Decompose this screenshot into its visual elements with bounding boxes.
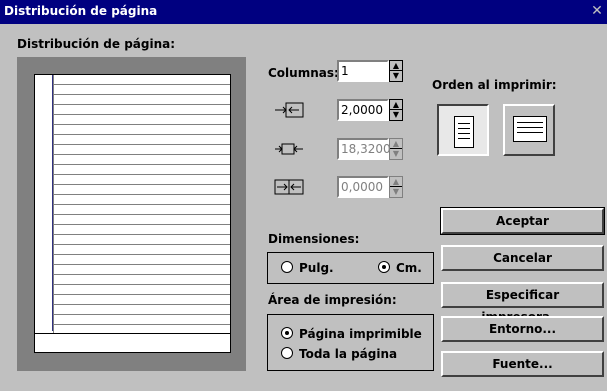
order-down-button[interactable]: [437, 104, 489, 156]
environment-button[interactable]: Entorno...: [441, 316, 604, 342]
radio-cm-label: Cm.: [396, 261, 422, 275]
margin-input[interactable]: 2,0000: [337, 99, 389, 121]
page-icon: [513, 116, 547, 142]
radio-on-icon: [281, 327, 293, 339]
radio-whole-label: Toda la página: [299, 347, 398, 361]
preview-column-line: [53, 75, 54, 333]
spin-down-icon: ▼: [392, 187, 400, 196]
radio-on-icon: [378, 261, 390, 273]
dimensions-label: Dimensiones:: [268, 232, 360, 246]
radio-printable-page[interactable]: Página imprimible: [281, 327, 422, 341]
radio-inches[interactable]: Pulg.: [281, 261, 334, 275]
print-area-group: Página imprimible Toda la página: [267, 314, 434, 371]
font-button[interactable]: Fuente...: [441, 351, 604, 377]
page-preview: [17, 57, 246, 371]
columns-spinner[interactable]: ▲ ▼: [389, 60, 403, 82]
title-bar: Distribución de página ✕: [0, 0, 607, 24]
preview-label: Distribución de página:: [17, 37, 176, 51]
dimensions-group: Pulg. Cm.: [267, 252, 434, 284]
print-area-label: Área de impresión:: [268, 293, 397, 307]
spin-down-icon[interactable]: ▼: [390, 110, 402, 120]
column-width-icon: [273, 139, 303, 157]
accept-button[interactable]: Aceptar: [440, 207, 605, 235]
spin-down-icon[interactable]: ▼: [390, 71, 402, 81]
preview-bottom-line: [35, 333, 230, 334]
columns-input[interactable]: 1: [337, 60, 389, 82]
preview-lines: [53, 75, 230, 333]
spin-down-icon: ▼: [392, 149, 400, 158]
width-input: 18,3200: [337, 138, 391, 160]
radio-inches-label: Pulg.: [299, 261, 334, 275]
close-icon[interactable]: ✕: [588, 2, 606, 20]
spin-up-icon[interactable]: ▲: [390, 61, 402, 71]
preview-page: [34, 74, 231, 353]
column-margin-icon: [273, 100, 304, 118]
cancel-button[interactable]: Cancelar: [441, 245, 604, 271]
page-layout-dialog: Distribución de página ✕ Distribución de…: [0, 0, 607, 391]
spin-up-icon: ▲: [390, 139, 402, 149]
radio-whole-page[interactable]: Toda la página: [281, 347, 397, 361]
radio-cm[interactable]: Cm.: [378, 261, 422, 275]
specify-printer-button[interactable]: Especificar impresora...: [441, 282, 604, 324]
print-order-label: Orden al imprimir:: [432, 78, 557, 92]
gutter-spinner: ▲ ▼: [389, 176, 403, 198]
margin-spinner[interactable]: ▲ ▼: [389, 99, 403, 121]
spin-up-icon: ▲: [390, 177, 402, 187]
radio-off-icon: [281, 347, 293, 359]
order-across-button[interactable]: [503, 104, 555, 156]
page-icon: [454, 116, 474, 148]
window-title: Distribución de página: [4, 4, 158, 18]
width-spinner: ▲ ▼: [389, 138, 403, 160]
spin-up-icon[interactable]: ▲: [390, 100, 402, 110]
radio-printable-label: Página imprimible: [299, 327, 422, 341]
radio-off-icon: [281, 261, 293, 273]
gutter-input: 0,0000: [337, 176, 389, 198]
column-gutter-icon: [273, 177, 304, 195]
columns-label: Columnas:: [268, 66, 339, 80]
